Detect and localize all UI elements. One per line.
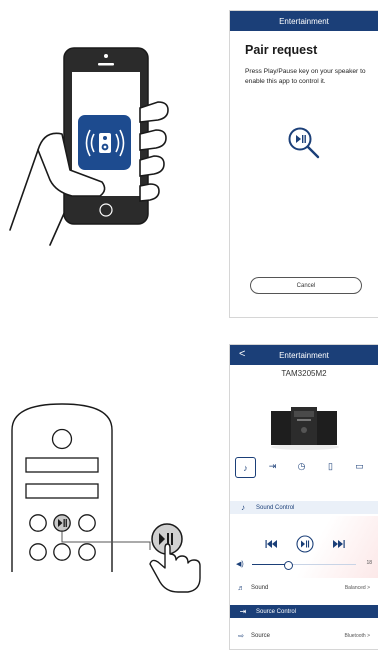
volume-icon: ◀) <box>236 561 244 568</box>
next-icon <box>333 540 345 548</box>
app-header: < Entertainment <box>230 345 378 365</box>
tab-device[interactable]: ▯ <box>321 457 340 476</box>
tab-sound-control[interactable]: ♪ <box>235 457 256 478</box>
device-model-name: TAM3205M2 <box>281 369 327 378</box>
remote-control-illustration <box>11 403 201 593</box>
tab-source[interactable]: ⇥ <box>263 457 282 476</box>
header-title: Entertainment <box>279 350 329 360</box>
chevron-right-icon: > <box>367 633 370 639</box>
source-value: Bluetooth > <box>344 633 370 639</box>
device-control-screen: < Entertainment TAM3205M2 ♪ ⇥ ◷ ▯ ▭ ♪ So… <box>229 344 378 650</box>
source-setting-row[interactable]: ⇨ Source Bluetooth > <box>230 629 378 643</box>
back-button[interactable]: < <box>239 348 245 360</box>
play-pause-search-icon <box>288 127 320 159</box>
sound-control-header: ♪ Sound Control <box>230 501 378 514</box>
volume-row: ◀) 18 <box>230 559 378 571</box>
sound-label: Sound <box>251 585 269 591</box>
manual-icon: ▭ <box>355 461 364 471</box>
tab-manual[interactable]: ▭ <box>350 457 369 476</box>
chevron-right-icon: > <box>367 585 370 591</box>
pair-request-screen: Entertainment Pair request Press Play/Pa… <box>229 10 378 318</box>
volume-slider-thumb[interactable] <box>284 561 294 570</box>
sound-value: Balanced > <box>344 585 370 591</box>
sound-control-label: Sound Control <box>256 504 295 511</box>
source-control-header: ⇥ Source Control <box>230 605 378 618</box>
volume-max-value: 18 <box>366 560 372 566</box>
hand-with-phone-illustration <box>9 47 169 246</box>
micro-system-product-image <box>271 407 339 450</box>
pair-instruction-text: Press Play/Pause key on your speaker to … <box>245 68 366 85</box>
equalizer-icon: ♬ <box>237 584 245 592</box>
playback-controls <box>265 535 345 553</box>
previous-icon <box>265 540 277 548</box>
page-title: Pair request <box>245 43 318 57</box>
source-control-icon: ⇥ <box>268 461 277 471</box>
source-control-label: Source Control <box>256 608 297 615</box>
sound-control-icon: ♪ <box>243 462 248 473</box>
sound-control-icon: ♪ <box>241 503 245 512</box>
tab-timer[interactable]: ◷ <box>292 457 311 476</box>
cancel-button[interactable]: Cancel <box>250 277 362 294</box>
device-icon: ▯ <box>328 461 333 471</box>
source-label: Source <box>251 633 271 639</box>
source-icon: ⇨ <box>238 633 244 640</box>
volume-slider-fill <box>252 564 286 566</box>
timer-icon: ◷ <box>297 461 306 471</box>
app-header: Entertainment <box>230 11 378 31</box>
volume-slider-track[interactable] <box>252 561 356 570</box>
source-control-icon: ⇥ <box>239 607 247 616</box>
feature-tab-row: ♪ ⇥ ◷ ▯ ▭ <box>230 455 378 479</box>
header-title: Entertainment <box>279 16 329 26</box>
sound-setting-row[interactable]: ♬ Sound Balanced > <box>230 581 378 595</box>
